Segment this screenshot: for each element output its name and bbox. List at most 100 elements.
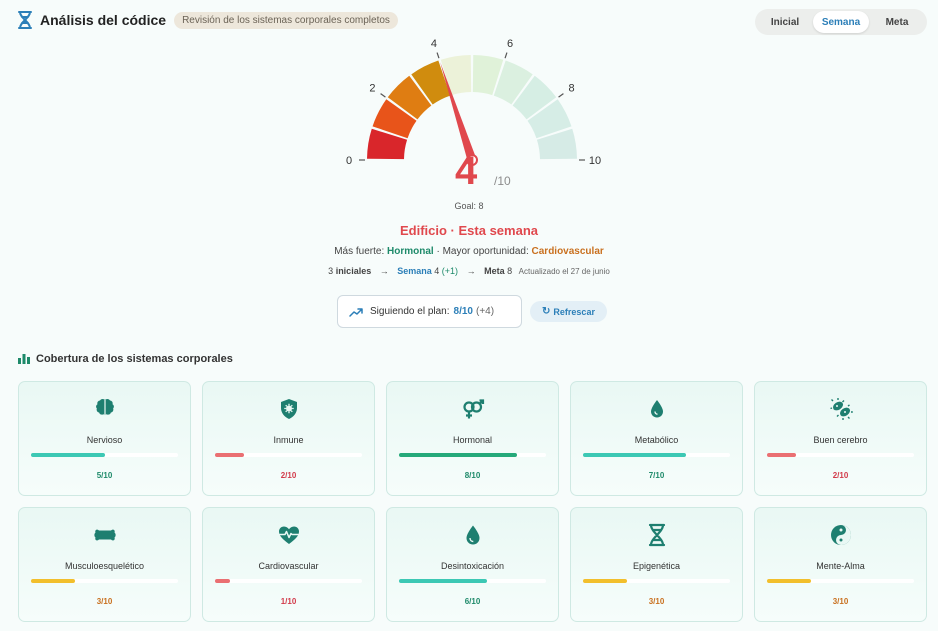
shield-virus-icon [203,397,374,421]
system-card[interactable]: Cardiovascular 1/10 [202,507,375,622]
gender-icon [387,397,558,421]
refresh-label: Refrescar [553,306,595,317]
system-score: 3/10 [832,597,849,606]
refresh-button[interactable]: ↻ Refrescar [530,301,607,322]
system-name: Buen cerebro [813,435,868,445]
system-progress-track [31,453,178,457]
goal-label: Meta [484,266,505,276]
system-name: Metabólico [634,435,679,445]
bacteria-icon [755,397,926,421]
system-progress-track [583,453,730,457]
bar-chart-icon [18,354,30,364]
gauge-tick [504,52,508,59]
goal-value: 8 [504,266,513,276]
brain-icon [19,397,190,421]
coverage-title: Cobertura de los sistemas corporales [36,353,233,365]
gauge-tick [380,93,386,98]
system-progress-track [399,453,546,457]
gauge-score: 4 [455,149,478,193]
system-name: Epigenética [632,561,681,571]
system-name: Cardiovascular [258,561,319,571]
coverage-section-title: Cobertura de los sistemas corporales [18,353,233,365]
system-progress-track [399,579,546,583]
system-score: 2/10 [832,471,849,480]
system-card[interactable]: Hormonal 8/10 [386,381,559,496]
system-card[interactable]: Musculoesquelético 3/10 [18,507,191,622]
system-card[interactable]: Desintoxicación 6/10 [386,507,559,622]
system-score: 7/10 [648,471,665,480]
gauge-tick [436,52,440,59]
system-score: 8/10 [464,471,481,480]
opportunity-label: · Mayor oportunidad: [433,246,532,257]
system-score: 2/10 [280,471,297,480]
system-name: Hormonal [452,435,492,445]
system-progress-fill [399,453,517,457]
system-card[interactable]: Nervioso 5/10 [18,381,191,496]
gauge-tick-label: 4 [431,38,437,50]
system-progress-track [31,579,178,583]
plan-value: 8/10 [453,306,473,317]
system-progress-fill [31,579,76,583]
yin-yang-icon [755,523,926,547]
system-progress-fill [583,453,686,457]
gauge-tick-label: 0 [346,155,352,167]
system-cards-grid: Nervioso 5/10 Inmune 2/10 Hormonal 8/10 Metabó… [18,381,927,622]
system-progress-track [215,579,362,583]
system-name: Inmune [273,435,304,445]
droplet-icon [571,397,742,421]
dna-icon [571,523,742,547]
arrow-icon: → [466,266,476,276]
week-delta: (+1) [439,266,459,276]
system-progress-track [767,453,914,457]
gauge-goal-label: Goal: 8 [454,201,484,211]
system-card[interactable]: Buen cerebro 2/10 [754,381,927,496]
system-name: Mente-Alma [816,561,865,571]
opportunity-system: Cardiovascular [531,246,604,257]
system-card[interactable]: Metabólico 7/10 [570,381,743,496]
plan-status: Siguiendo el plan: 8/10 (+4) [337,295,522,328]
system-name: Nervioso [86,435,123,445]
system-score: 5/10 [96,471,113,480]
week-label: Semana [397,266,432,276]
system-progress-track [583,579,730,583]
system-progress-fill [31,453,105,457]
water-drop-icon [387,523,558,547]
system-name: Musculoesquelético [64,561,145,571]
system-progress-track [215,453,362,457]
system-score: 3/10 [96,597,113,606]
system-card[interactable]: Inmune 2/10 [202,381,375,496]
plan-label: Siguiendo el plan: [370,306,450,317]
gauge-tick-label: 8 [568,83,574,95]
system-score: 1/10 [280,597,297,606]
system-progress-fill [399,579,488,583]
gauge-tick-label: 2 [369,83,375,95]
gauge-tick-label: 6 [507,38,513,50]
summary-title: Edificio · Esta semana [400,223,538,238]
system-progress-fill [583,579,628,583]
trending-up-icon [349,307,363,317]
system-name: Desintoxicación [440,561,505,571]
system-progress-track [767,579,914,583]
system-progress-fill [215,579,230,583]
strongest-system: Hormonal [387,246,434,257]
updated-date: Actualizado el 27 de junio [518,267,610,276]
system-card[interactable]: Epigenética 3/10 [570,507,743,622]
system-progress-fill [767,453,797,457]
bone-icon [19,523,190,547]
gauge-score-denominator: /10 [494,174,511,188]
strongest-label: Más fuerte: [334,246,388,257]
heart-pulse-icon [203,523,374,547]
gauge-tick-label: 10 [589,155,601,167]
baseline-label: iniciales [333,266,372,276]
system-score: 3/10 [648,597,665,606]
system-progress-fill [767,579,812,583]
system-card[interactable]: Mente-Alma 3/10 [754,507,927,622]
arrow-icon: → [379,266,389,276]
refresh-icon: ↻ [542,306,551,317]
summary-strength-line: Más fuerte: Hormonal · Mayor oportunidad… [0,246,938,257]
gauge-tick [558,93,564,98]
plan-delta: (+4) [475,306,495,317]
system-progress-fill [215,453,245,457]
system-score: 6/10 [464,597,481,606]
progress-line: 3 iniciales → Semana 4 (+1) → Meta 8 Act… [0,266,938,276]
